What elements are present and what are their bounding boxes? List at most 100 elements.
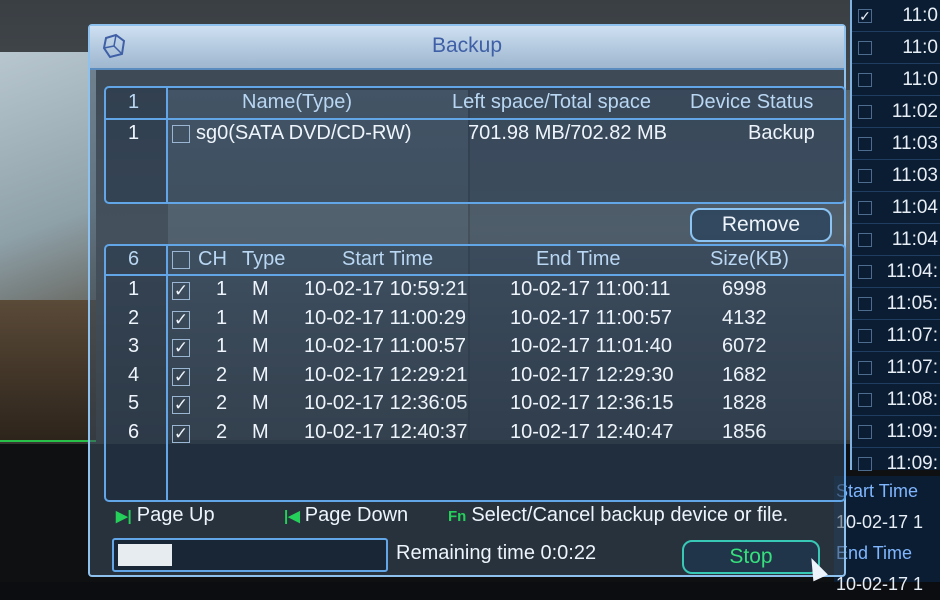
file-row-ch: 1 [216, 335, 228, 357]
search-result-time: 11:07: [886, 324, 938, 346]
search-result-checkbox[interactable] [858, 105, 872, 119]
file-row-end: 10-02-17 11:00:57 [510, 306, 672, 329]
search-result-item[interactable]: 11:0 [852, 64, 940, 96]
backup-dialog: Backup 1 Name(Type) Left space/Total spa… [88, 24, 846, 577]
search-result-checkbox[interactable] [858, 329, 872, 343]
legend-page-down: |◀ Page Down [284, 504, 408, 527]
file-row-start: 10-02-17 11:00:57 [304, 335, 466, 357]
file-row-checkbox[interactable]: ✓ [172, 424, 190, 443]
search-result-checkbox[interactable] [858, 425, 872, 439]
search-result-item[interactable]: ✓ 11:0 [852, 0, 940, 32]
device-row-index: 1 [128, 122, 140, 144]
search-result-time: 11:02 [891, 100, 938, 122]
start-time-label: Start Time [836, 481, 919, 501]
device-status: Backup [748, 122, 815, 144]
search-result-checkbox[interactable] [858, 73, 872, 87]
file-row-checkbox[interactable]: ✓ [172, 310, 190, 329]
legend-page-up: ▶| Page Up [116, 504, 215, 527]
search-result-time: 11:04: [886, 260, 938, 282]
search-result-checkbox[interactable]: ✓ [858, 9, 872, 23]
file-header-size: Size(KB) [710, 248, 789, 270]
search-result-checkbox[interactable] [858, 233, 872, 247]
search-result-time: 11:04 [891, 228, 938, 250]
search-result-item[interactable]: 11:04 [852, 224, 940, 256]
search-result-item[interactable]: 11:03 [852, 160, 940, 192]
file-header-ch: CH [198, 248, 227, 270]
file-row-checkbox[interactable]: ✓ [172, 367, 190, 386]
file-row-checkbox[interactable]: ✓ [172, 396, 190, 414]
search-result-item[interactable]: 11:05: [852, 288, 940, 320]
file-row-size: 1682 [722, 363, 767, 386]
search-result-time: 11:09: [886, 452, 938, 474]
file-row-type: M [252, 278, 269, 300]
file-row-start: 10-02-17 12:29:21 [304, 363, 468, 386]
end-time-value[interactable]: 10-02-17 1 [834, 569, 940, 600]
device-space: 701.98 MB/702.82 MB [468, 122, 668, 144]
device-header-status: Device Status [690, 91, 814, 113]
file-row-size: 6072 [722, 335, 767, 357]
search-result-checkbox[interactable] [858, 137, 872, 151]
file-row-type: M [252, 335, 269, 357]
device-name: sg0(SATA DVD/CD-RW) [196, 122, 412, 144]
search-result-checkbox[interactable] [858, 169, 872, 183]
file-row-start: 10-02-17 12:36:05 [304, 392, 468, 414]
search-result-checkbox[interactable] [858, 201, 872, 215]
remaining-time: Remaining time 0:0:22 [396, 542, 597, 564]
fn-text: Select/Cancel backup device or file. [471, 504, 789, 526]
search-time-panel: Start Time 10-02-17 1 End Time 10-02-17 … [834, 476, 940, 594]
file-row-start: 10-02-17 11:00:29 [304, 306, 466, 329]
search-result-checkbox[interactable] [858, 361, 872, 375]
file-row-end: 10-02-17 11:01:40 [510, 335, 672, 357]
file-header-type: Type [242, 248, 286, 270]
search-result-time: 11:03 [891, 164, 938, 186]
file-row-end: 10-02-17 11:00:11 [510, 278, 671, 300]
file-row-type: M [252, 420, 269, 443]
start-time-value[interactable]: 10-02-17 1 [834, 507, 940, 538]
file-row-size: 1828 [722, 392, 767, 414]
search-result-list[interactable]: ✓ 11:0 11:0 11:0 11:02 11:03 11:03 11:04 11:04 11… [850, 0, 940, 512]
search-result-time: 11:07: [886, 356, 938, 378]
stop-button[interactable]: Stop [682, 540, 820, 574]
file-row-index: 4 [128, 363, 140, 386]
file-row-ch: 1 [216, 306, 228, 329]
select-all-checkbox[interactable] [172, 251, 190, 269]
backup-progress-bar [112, 538, 388, 572]
search-result-checkbox[interactable] [858, 457, 872, 471]
file-table: 6 CH Type Start Time End Time Size(KB) 1… [104, 244, 846, 502]
file-row-checkbox[interactable]: ✓ [172, 282, 190, 300]
device-count: 1 [128, 91, 140, 113]
search-result-item[interactable]: 11:09: [852, 416, 940, 448]
file-row-index: 3 [128, 335, 140, 357]
file-row-size: 1856 [722, 420, 767, 443]
search-result-checkbox[interactable] [858, 297, 872, 311]
search-result-item[interactable]: 11:04 [852, 192, 940, 224]
search-result-item[interactable]: 11:04: [852, 256, 940, 288]
search-result-item[interactable]: 11:07: [852, 320, 940, 352]
search-result-checkbox[interactable] [858, 393, 872, 407]
remove-button[interactable]: Remove [690, 208, 832, 242]
file-header-end: End Time [536, 248, 621, 270]
file-row-end: 10-02-17 12:36:15 [510, 392, 674, 414]
dialog-titlebar: Backup [90, 26, 844, 70]
search-result-time: 11:08: [886, 388, 938, 410]
search-result-checkbox[interactable] [858, 41, 872, 55]
file-header-start: Start Time [342, 248, 434, 270]
device-checkbox[interactable] [172, 125, 190, 143]
file-row-index: 6 [128, 420, 140, 443]
file-row-type: M [252, 363, 269, 386]
search-result-item[interactable]: 11:08: [852, 384, 940, 416]
file-row-end: 10-02-17 12:29:30 [510, 363, 674, 386]
file-row-index: 5 [128, 392, 140, 414]
legend-fn: Fn Select/Cancel backup device or file. [448, 504, 788, 527]
search-result-item[interactable]: 11:03 [852, 128, 940, 160]
page-down-icon: |◀ [284, 508, 300, 525]
file-row-ch: 2 [216, 420, 228, 443]
search-result-item[interactable]: 11:0 [852, 32, 940, 64]
page-up-icon: ▶| [116, 508, 132, 525]
file-row-checkbox[interactable]: ✓ [172, 339, 190, 357]
file-row-index: 1 [128, 278, 140, 300]
page-up-text: Page Up [136, 504, 215, 526]
search-result-item[interactable]: 11:02 [852, 96, 940, 128]
search-result-item[interactable]: 11:07: [852, 352, 940, 384]
search-result-checkbox[interactable] [858, 265, 872, 279]
